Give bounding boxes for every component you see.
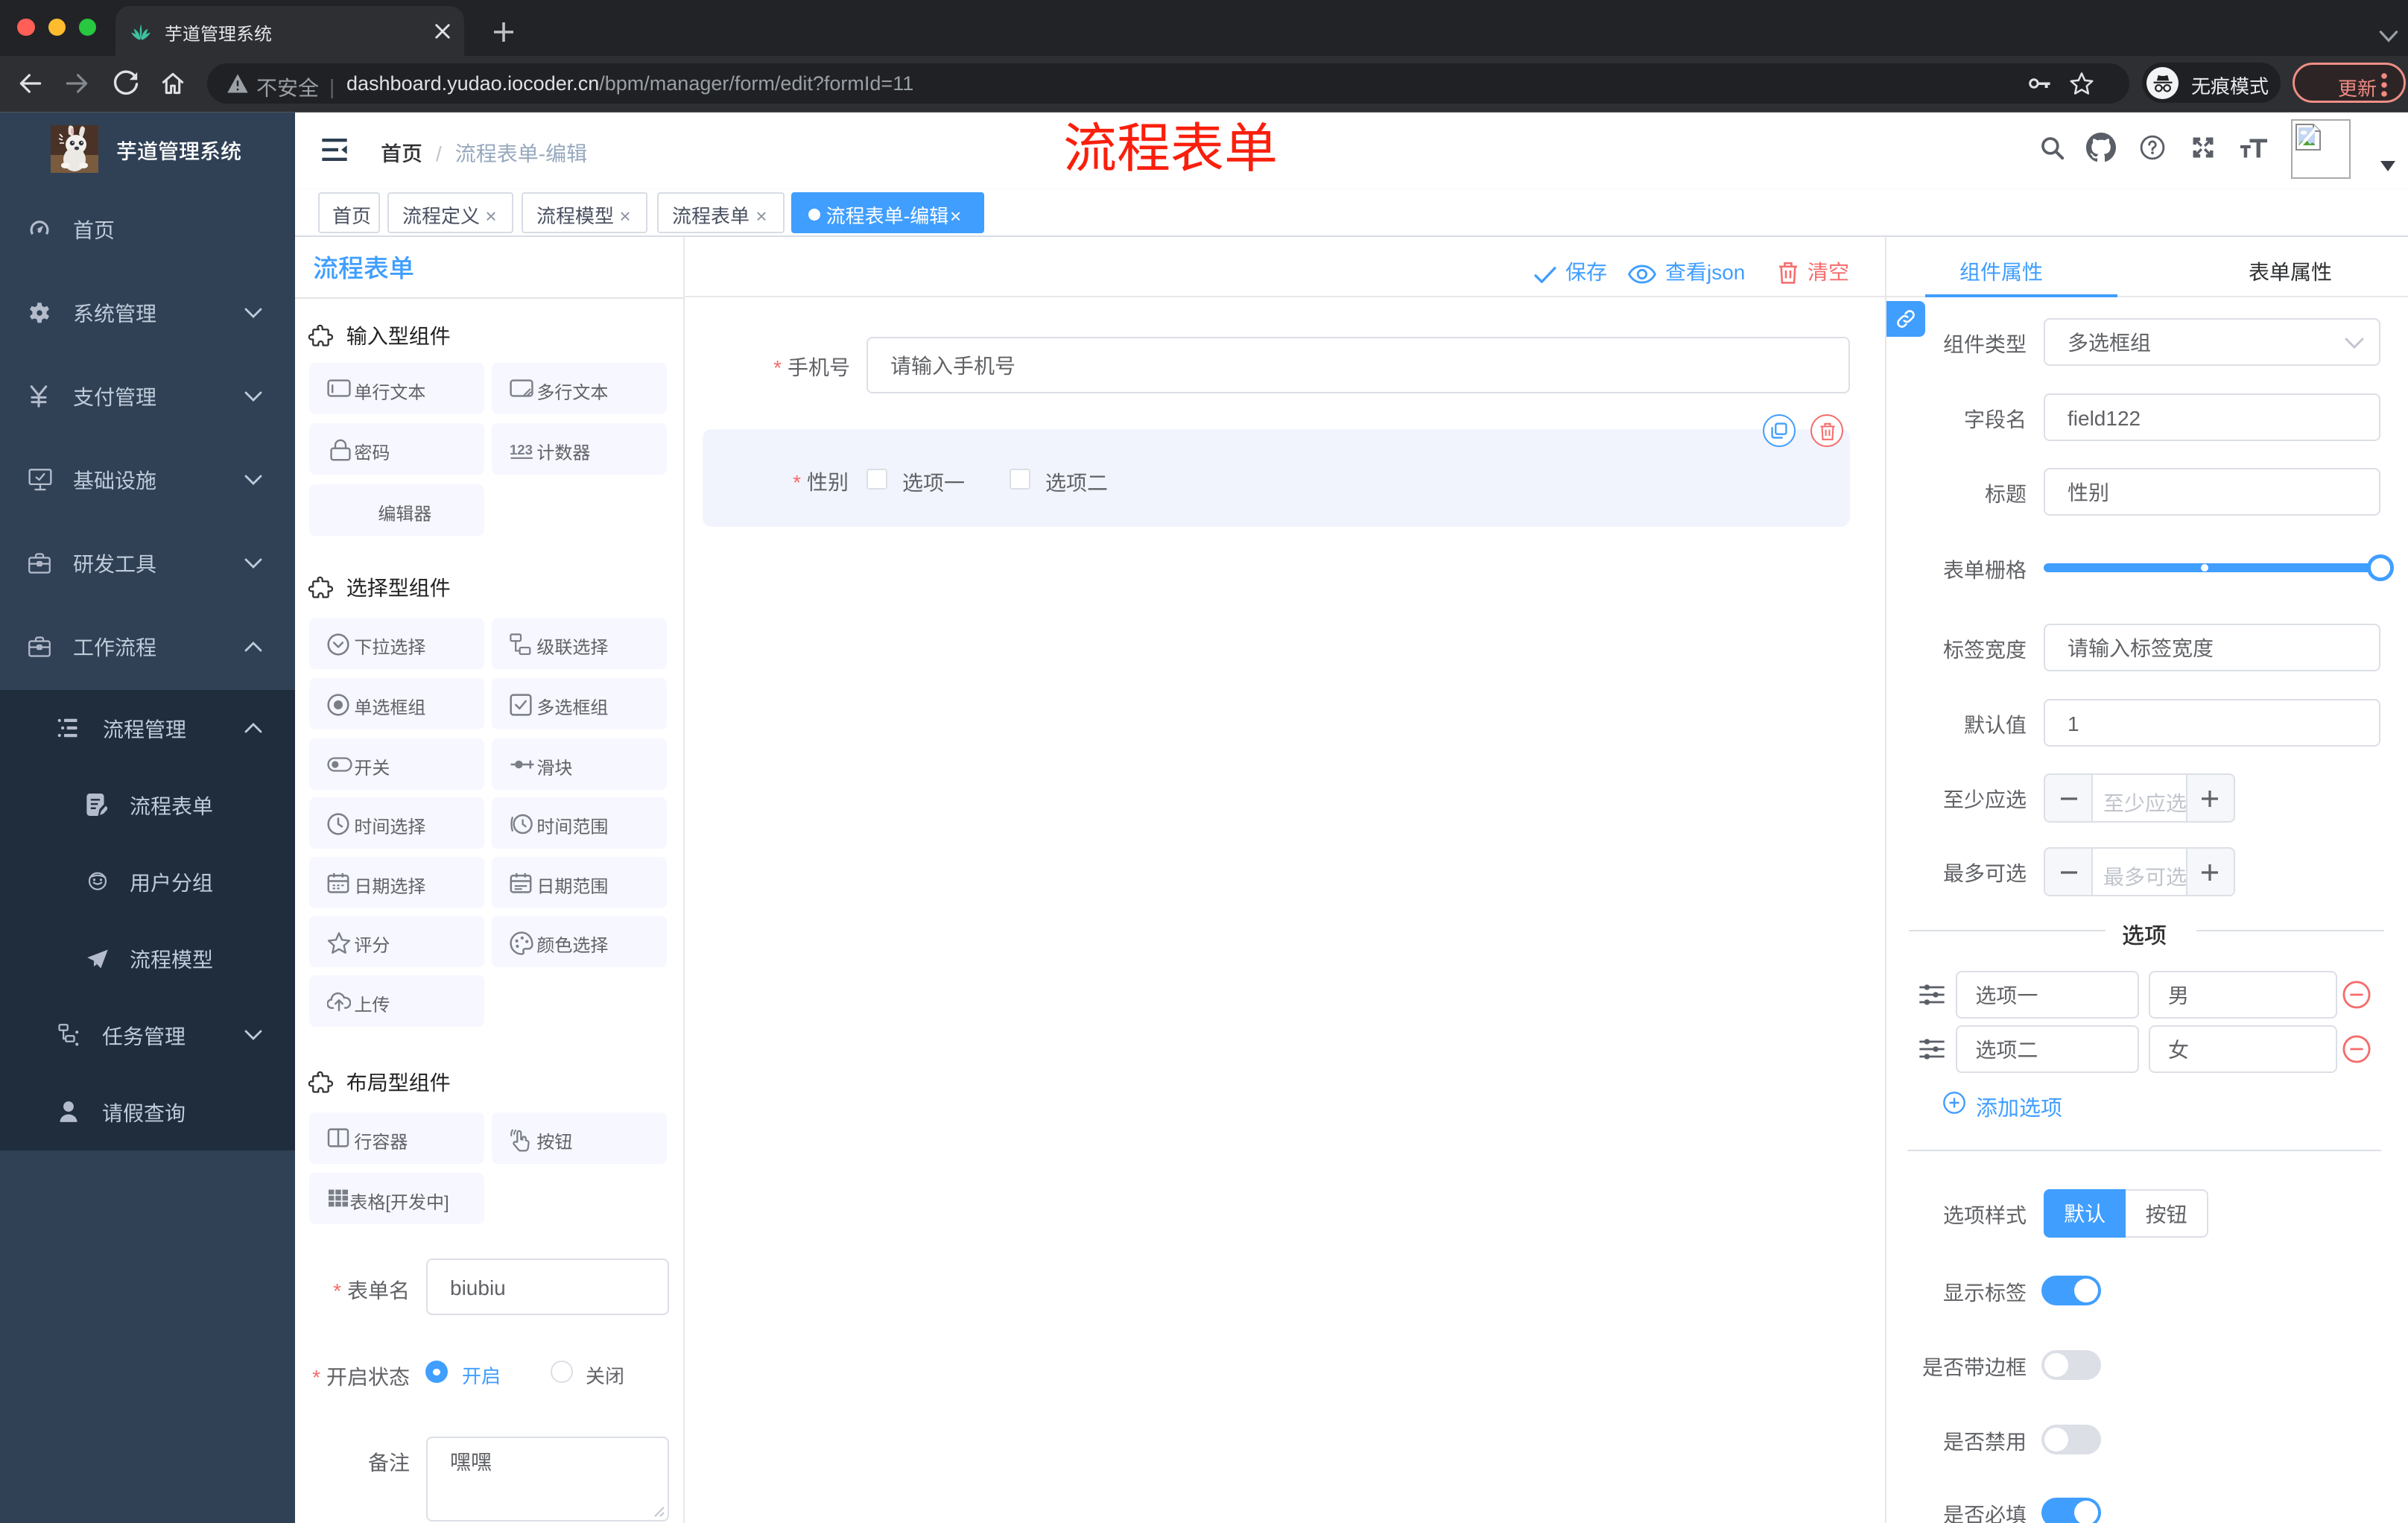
svg-text:123: 123 [510,443,533,458]
